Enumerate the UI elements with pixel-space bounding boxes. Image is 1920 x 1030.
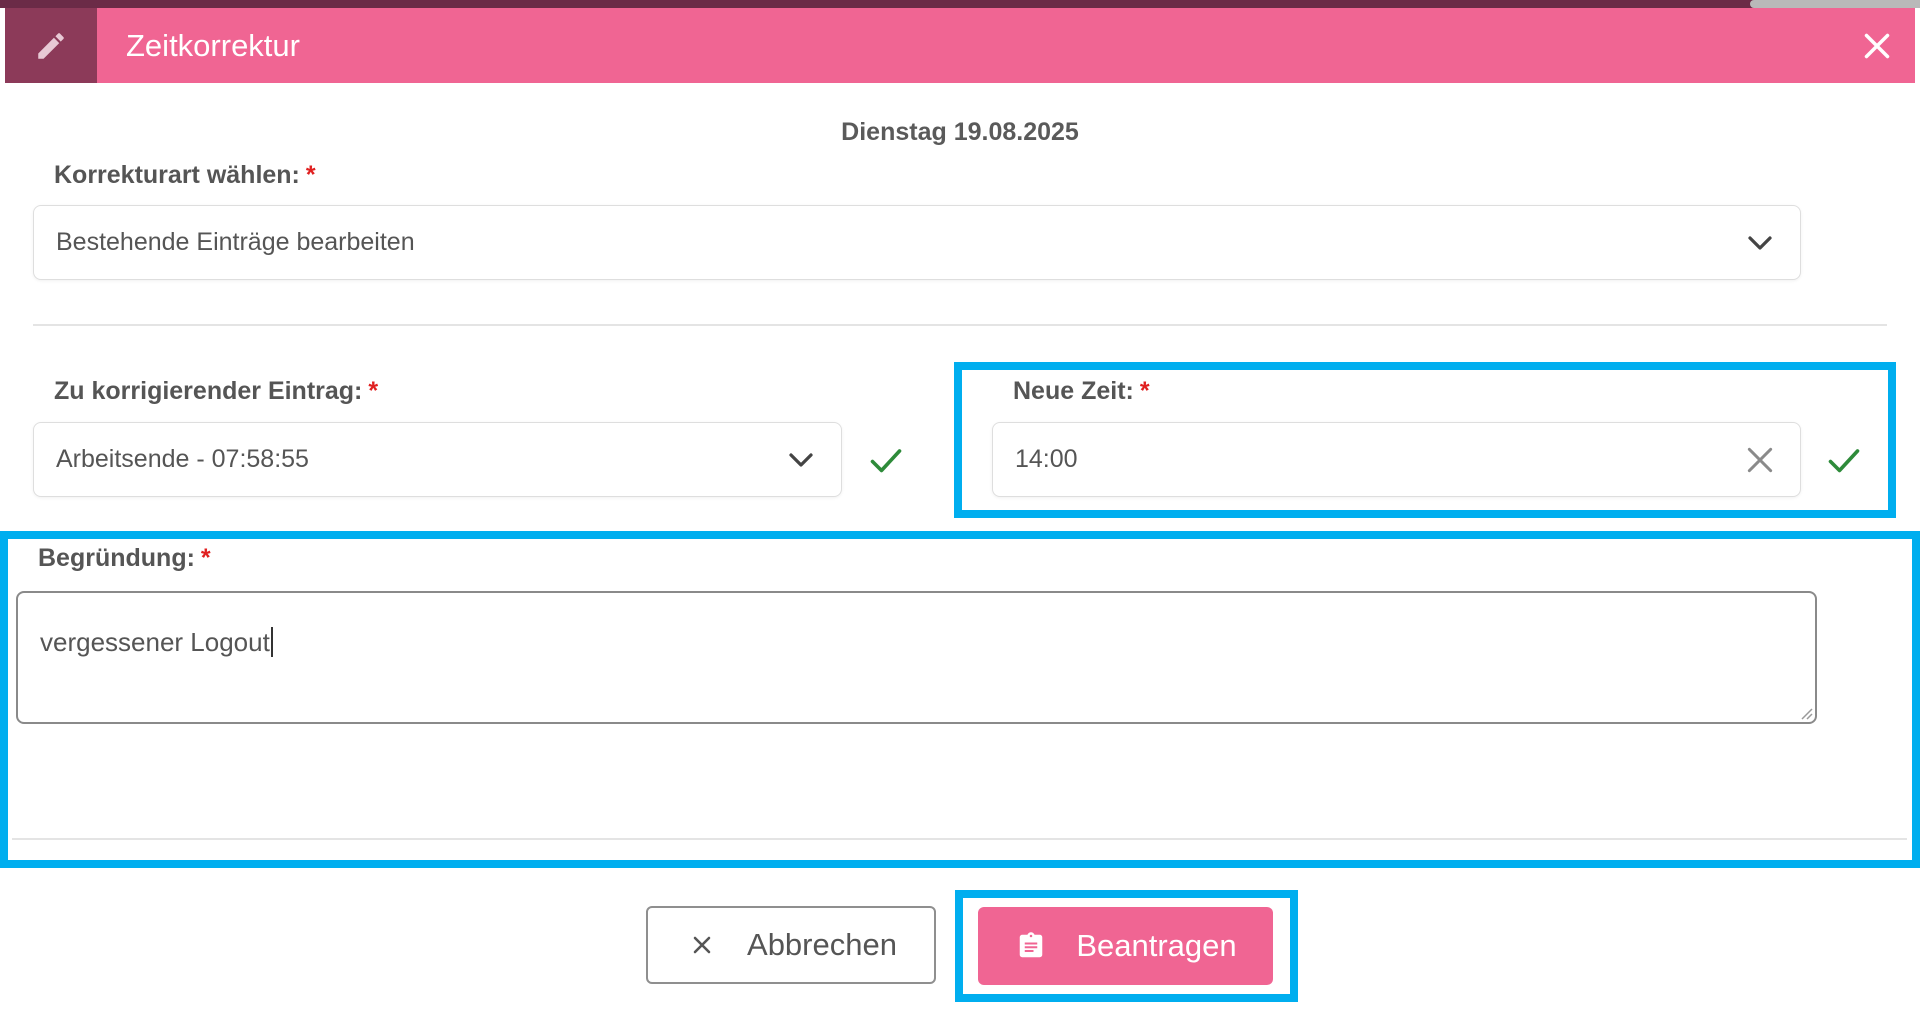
chevron-down-icon xyxy=(1740,223,1780,263)
correction-type-value: Bestehende Einträge bearbeiten xyxy=(56,228,415,256)
submit-button[interactable]: Beantragen xyxy=(978,907,1273,985)
scrollbar-hint xyxy=(1750,0,1920,8)
resize-grip-icon[interactable] xyxy=(1799,706,1813,720)
section-divider xyxy=(33,324,1887,326)
required-mark: * xyxy=(200,544,211,572)
reason-label: Begründung: * xyxy=(38,544,211,573)
clear-button[interactable] xyxy=(1740,440,1780,480)
close-button[interactable] xyxy=(1857,26,1897,66)
dialog-header: Zeitkorrektur xyxy=(5,8,1915,83)
reason-value: vergessener Logout xyxy=(40,627,270,657)
correction-type-label: Korrekturart wählen: * xyxy=(54,161,316,190)
new-time-input[interactable]: 14:00 xyxy=(992,422,1801,497)
reason-label-text: Begründung: xyxy=(38,544,195,572)
clear-icon xyxy=(1747,447,1773,472)
correction-type-select[interactable]: Bestehende Einträge bearbeiten xyxy=(33,205,1801,280)
cancel-button-label: Abbrechen xyxy=(747,927,897,962)
pencil-icon xyxy=(38,32,64,59)
header-icon-box xyxy=(5,8,97,83)
top-strip xyxy=(0,0,1920,8)
submit-button-label: Beantragen xyxy=(1076,928,1237,963)
new-time-label: Neue Zeit: * xyxy=(1013,377,1150,406)
entry-label-text: Zu korrigierender Eintrag: xyxy=(54,377,363,405)
required-mark: * xyxy=(1139,377,1150,405)
required-mark: * xyxy=(305,161,316,189)
entry-label: Zu korrigierender Eintrag: * xyxy=(54,377,378,406)
new-time-label-text: Neue Zeit: xyxy=(1013,377,1134,405)
checkmark-icon xyxy=(1828,449,1860,473)
clipboard-icon xyxy=(1014,929,1048,963)
text-caret xyxy=(270,627,273,657)
chevron-down-icon xyxy=(781,440,821,480)
correction-type-label-text: Korrekturart wählen: xyxy=(54,161,300,189)
checkmark-icon xyxy=(870,449,902,473)
dialog-title: Zeitkorrektur xyxy=(126,28,300,63)
entry-select[interactable]: Arbeitsende - 07:58:55 xyxy=(33,422,842,497)
dialog-date: Dienstag 19.08.2025 xyxy=(841,118,1079,146)
entry-value: Arbeitsende - 07:58:55 xyxy=(56,445,309,473)
x-icon xyxy=(685,928,719,962)
cancel-button[interactable]: Abbrechen xyxy=(646,906,936,984)
reason-textarea[interactable]: vergessener Logout xyxy=(16,591,1817,724)
footer-divider xyxy=(12,838,1907,840)
new-time-value: 14:00 xyxy=(1015,445,1078,473)
required-mark: * xyxy=(368,377,379,405)
close-icon xyxy=(1864,33,1890,59)
